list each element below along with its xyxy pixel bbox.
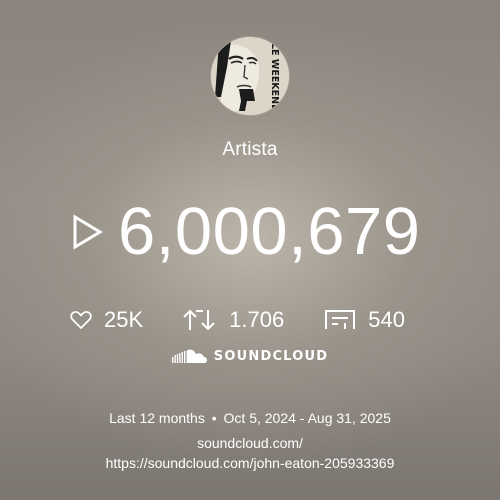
profile-link-url[interactable]: https://soundcloud.com/john-eaton-205933… xyxy=(0,455,500,471)
comments-count: 540 xyxy=(368,307,405,332)
artist-label: Artista xyxy=(222,139,278,160)
period-separator: • xyxy=(211,410,217,426)
soundcloud-logo-icon xyxy=(171,349,207,363)
reposts-count: 1.706 xyxy=(229,307,285,332)
soundcloud-brand: SOUNDCLOUD xyxy=(0,346,500,366)
avatar-text: LE WEEKEND xyxy=(269,43,280,112)
period-line: Last 12 months • Oct 5, 2024 - Aug 31, 2… xyxy=(0,410,500,426)
comment-icon xyxy=(325,310,356,329)
likes-count: 25K xyxy=(104,307,144,332)
stats-card: LE WEEKEND Artista 6,000,679 25K 1.706 5… xyxy=(0,0,500,500)
likes-stat: 25K xyxy=(70,307,143,333)
period-label: Last 12 months xyxy=(109,410,205,426)
avatar[interactable]: LE WEEKEND xyxy=(211,37,289,115)
repost-icon xyxy=(183,309,215,331)
comments-stat: 540 xyxy=(324,307,405,333)
period-range: Oct 5, 2024 - Aug 31, 2025 xyxy=(223,410,391,426)
plays-row: 6,000,679 xyxy=(70,194,421,269)
album-art-image: LE WEEKEND xyxy=(211,37,289,115)
profile-link-domain[interactable]: soundcloud.com/ xyxy=(0,435,500,451)
play-icon xyxy=(73,213,103,250)
stats-row: 25K 1.706 540 xyxy=(70,303,405,337)
heart-icon xyxy=(70,311,92,329)
brand-name: SOUNDCLOUD xyxy=(213,348,329,364)
play-count: 6,000,679 xyxy=(118,194,421,269)
reposts-stat: 1.706 xyxy=(181,307,284,333)
